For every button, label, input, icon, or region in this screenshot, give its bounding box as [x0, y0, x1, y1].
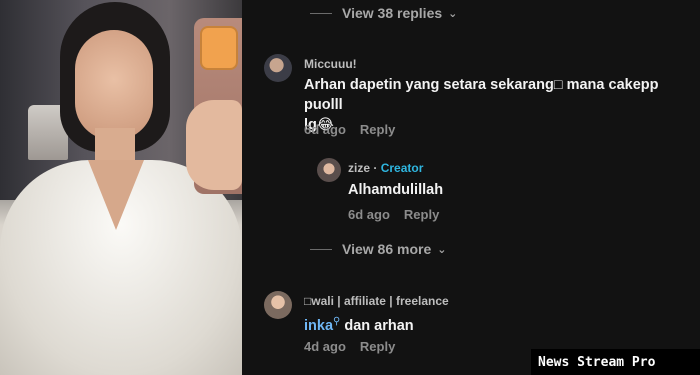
comments-panel: View 38 replies ⌄ Miccuuu! Arhan dapetin… — [242, 0, 700, 375]
avatar[interactable] — [264, 291, 292, 319]
face — [75, 30, 153, 140]
username-text: zize — [348, 161, 371, 175]
video-frame-photo — [0, 0, 242, 375]
comment-time: 6d ago — [304, 122, 346, 137]
reply-button[interactable]: Reply — [360, 339, 395, 354]
reply-username[interactable]: zize · Creator — [348, 161, 423, 175]
chevron-down-icon: ⌄ — [448, 7, 458, 20]
view-more-replies-button[interactable]: View 86 more ⌄ — [310, 241, 446, 257]
comment-meta: 4d ago Reply — [304, 339, 395, 354]
reply-text: Alhamdulillah — [348, 182, 444, 198]
watermark: News Stream Pro — [531, 349, 700, 375]
reply-button[interactable]: Reply — [404, 207, 439, 222]
view-replies-button[interactable]: View 38 replies ⌄ — [310, 5, 457, 21]
mention-link[interactable]: inka — [304, 318, 333, 334]
divider-line — [310, 12, 332, 14]
comment-text-line: Arhan dapetin yang setara sekarang□ mana… — [304, 77, 659, 113]
reply-button[interactable]: Reply — [360, 122, 395, 137]
comment-username[interactable]: □wali | affiliate | freelance — [304, 294, 449, 308]
chevron-down-icon: ⌄ — [437, 243, 447, 256]
view-replies-label: View 38 replies — [342, 5, 443, 21]
comment-time: 4d ago — [304, 339, 346, 354]
comment-text: inka⚲ dan arhan — [304, 312, 414, 336]
reply-time: 6d ago — [348, 207, 390, 222]
comment-text-content: dan arhan — [344, 317, 414, 334]
divider-line — [310, 248, 332, 250]
creator-badge: Creator — [380, 161, 424, 175]
view-more-label: View 86 more — [342, 241, 432, 257]
avatar[interactable] — [264, 54, 292, 82]
avatar[interactable] — [317, 158, 341, 182]
hand — [186, 100, 242, 190]
phone-camera — [200, 26, 238, 70]
comment-username[interactable]: Miccuuu! — [304, 57, 357, 71]
reply-meta: 6d ago Reply — [348, 207, 439, 222]
search-icon: ⚲ — [333, 316, 341, 327]
separator: · — [373, 161, 378, 175]
comment-meta: 6d ago Reply — [304, 122, 395, 137]
